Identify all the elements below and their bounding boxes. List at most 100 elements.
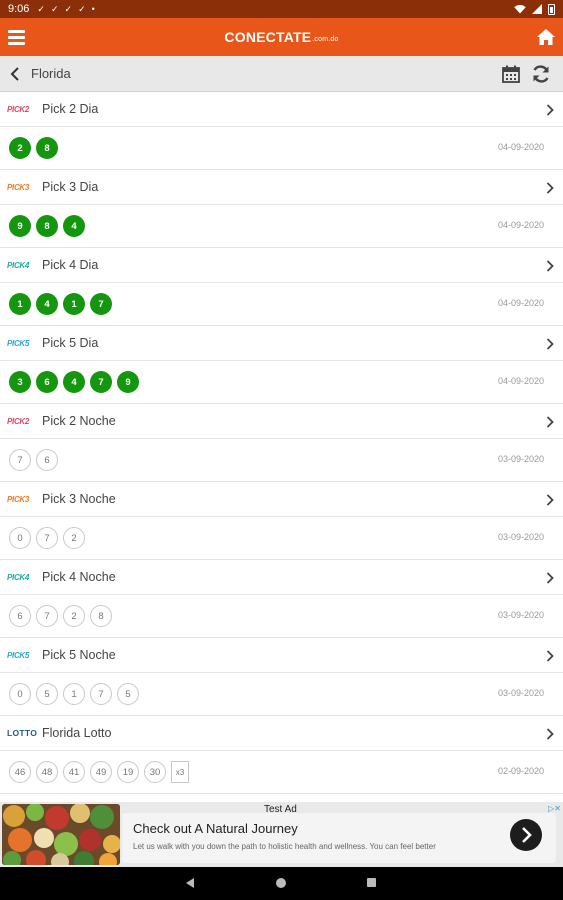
chevron-right-icon (546, 728, 554, 740)
adchoices-icon[interactable]: ▷✕ (548, 804, 561, 813)
nav-recents-icon[interactable] (367, 878, 376, 887)
status-bar: 9:06 ✓ ✓ ✓ ✓ • (0, 0, 563, 18)
chevron-right-icon (546, 182, 554, 194)
ad-food-image (2, 804, 120, 865)
game-logo: PICK3 (7, 182, 30, 192)
back-button[interactable] (2, 56, 28, 92)
draw-date: 02-09-2020 (497, 766, 544, 776)
result-ball: 0 (9, 527, 31, 549)
result-ball: 4 (36, 293, 58, 315)
game-header-row[interactable]: PICK4 Pick 4 Noche (0, 560, 563, 595)
chevron-right-icon (546, 416, 554, 428)
game-header-row[interactable]: PICK2 Pick 2 Noche (0, 404, 563, 439)
result-ball: 1 (63, 293, 85, 315)
result-ball: 7 (9, 449, 31, 471)
battery-icon (548, 3, 555, 15)
ad-go-button[interactable] (510, 819, 542, 851)
game-item: PICK2 Pick 2 Noche 7 6 03-09-2020 (0, 404, 563, 482)
game-item: LOTTO Florida Lotto 46 48 41 49 19 30 x3 02-09-20… (0, 716, 563, 794)
result-ball: 9 (117, 371, 139, 393)
draw-date: 03-09-2020 (497, 454, 544, 464)
result-ball: 7 (90, 293, 112, 315)
game-item: PICK3 Pick 3 Dia 9 8 4 04-09-2020 (0, 170, 563, 248)
result-ball: 7 (36, 527, 58, 549)
home-icon[interactable] (536, 27, 556, 47)
refresh-icon[interactable] (531, 64, 551, 84)
result-ball: 2 (9, 137, 31, 159)
result-ball: 7 (90, 683, 112, 705)
game-result-row: 6 7 2 8 03-09-2020 (0, 595, 563, 637)
logo-text: CONECTATE (224, 29, 312, 45)
result-ball: 6 (36, 449, 58, 471)
ad-title: Check out A Natural Journey (133, 821, 298, 836)
game-item: PICK4 Pick 4 Dia 1 4 1 7 04-09-2020 (0, 248, 563, 326)
game-name: Pick 5 Dia (42, 336, 99, 350)
game-logo: PICK2 (7, 416, 30, 426)
game-logo: PICK5 (7, 338, 30, 348)
game-name: Pick 3 Noche (42, 492, 116, 506)
chevron-left-icon (10, 66, 19, 81)
game-logo: PICK2 (7, 104, 30, 114)
result-ball: 2 (63, 605, 85, 627)
notification-dot-icon: • (91, 3, 95, 14)
game-header-row[interactable]: PICK5 Pick 5 Noche (0, 638, 563, 673)
menu-button[interactable] (0, 18, 32, 56)
draw-date: 04-09-2020 (497, 142, 544, 152)
game-result-row: 9 8 4 04-09-2020 (0, 205, 563, 247)
hamburger-menu-icon-line (7, 35, 25, 39)
nav-back-icon[interactable] (186, 878, 194, 888)
game-name: Florida Lotto (42, 726, 112, 740)
result-ball: 8 (90, 605, 112, 627)
ad-description: Let us walk with you down the path to ho… (133, 842, 436, 851)
game-name: Pick 2 Noche (42, 414, 116, 428)
game-header-row[interactable]: PICK5 Pick 5 Dia (0, 326, 563, 361)
sub-header: Florida (0, 56, 563, 92)
game-header-row[interactable]: PICK3 Pick 3 Dia (0, 170, 563, 205)
game-result-row: 46 48 41 49 19 30 x3 02-09-2020 (0, 751, 563, 793)
result-ball: 8 (36, 215, 58, 237)
app-bar: CONECTATE .com.do (0, 18, 563, 56)
result-ball: 7 (36, 605, 58, 627)
wifi-icon (514, 5, 526, 14)
result-ball: 7 (90, 371, 112, 393)
game-result-row: 3 6 4 7 9 04-09-2020 (0, 361, 563, 403)
game-header-row[interactable]: PICK3 Pick 3 Noche (0, 482, 563, 517)
game-logo: PICK5 (7, 650, 30, 660)
notification-check-icon: ✓ (37, 3, 45, 14)
game-header-row[interactable]: PICK4 Pick 4 Dia (0, 248, 563, 283)
nav-home-icon[interactable] (276, 878, 286, 888)
chevron-right-icon (546, 260, 554, 272)
game-header-row[interactable]: PICK2 Pick 2 Dia (0, 92, 563, 127)
chevron-right-icon (546, 650, 554, 662)
game-header-row[interactable]: LOTTO Florida Lotto (0, 716, 563, 751)
ad-banner[interactable]: Test Ad ▷✕ Check out A Natural Journey L… (0, 802, 563, 867)
notification-icons: ✓ ✓ ✓ ✓ • (37, 4, 94, 15)
result-ball: 3 (9, 371, 31, 393)
hamburger-menu-icon (7, 29, 25, 33)
signal-icon (532, 4, 542, 14)
ad-card[interactable]: Check out A Natural Journey Let us walk … (122, 813, 556, 863)
notification-check-icon: ✓ (64, 3, 73, 14)
result-ball: 8 (36, 137, 58, 159)
notification-check-icon: ✓ (50, 3, 59, 14)
game-item: PICK2 Pick 2 Dia 2 8 04-09-2020 (0, 92, 563, 170)
system-nav-bar (0, 867, 563, 900)
logo-suffix: .com.do (312, 35, 339, 43)
arrow-right-icon (522, 827, 532, 843)
draw-date: 04-09-2020 (497, 220, 544, 230)
result-ball: 4 (63, 371, 85, 393)
result-ball: 0 (9, 683, 31, 705)
hamburger-menu-icon-line (7, 41, 25, 45)
game-result-row: 0 7 2 03-09-2020 (0, 517, 563, 559)
app-logo: CONECTATE .com.do (0, 18, 563, 56)
result-ball: 49 (90, 761, 112, 783)
calendar-icon[interactable] (501, 64, 521, 84)
result-ball: 30 (144, 761, 166, 783)
result-ball: 48 (36, 761, 58, 783)
game-logo: PICK3 (7, 494, 30, 504)
status-time: 9:06 (8, 3, 30, 15)
chevron-right-icon (546, 494, 554, 506)
chevron-right-icon (546, 572, 554, 584)
results-list: PICK2 Pick 2 Dia 2 8 04-09-2020 PICK3 Pick 3 D… (0, 92, 563, 794)
game-result-row: 0 5 1 7 5 03-09-2020 (0, 673, 563, 715)
